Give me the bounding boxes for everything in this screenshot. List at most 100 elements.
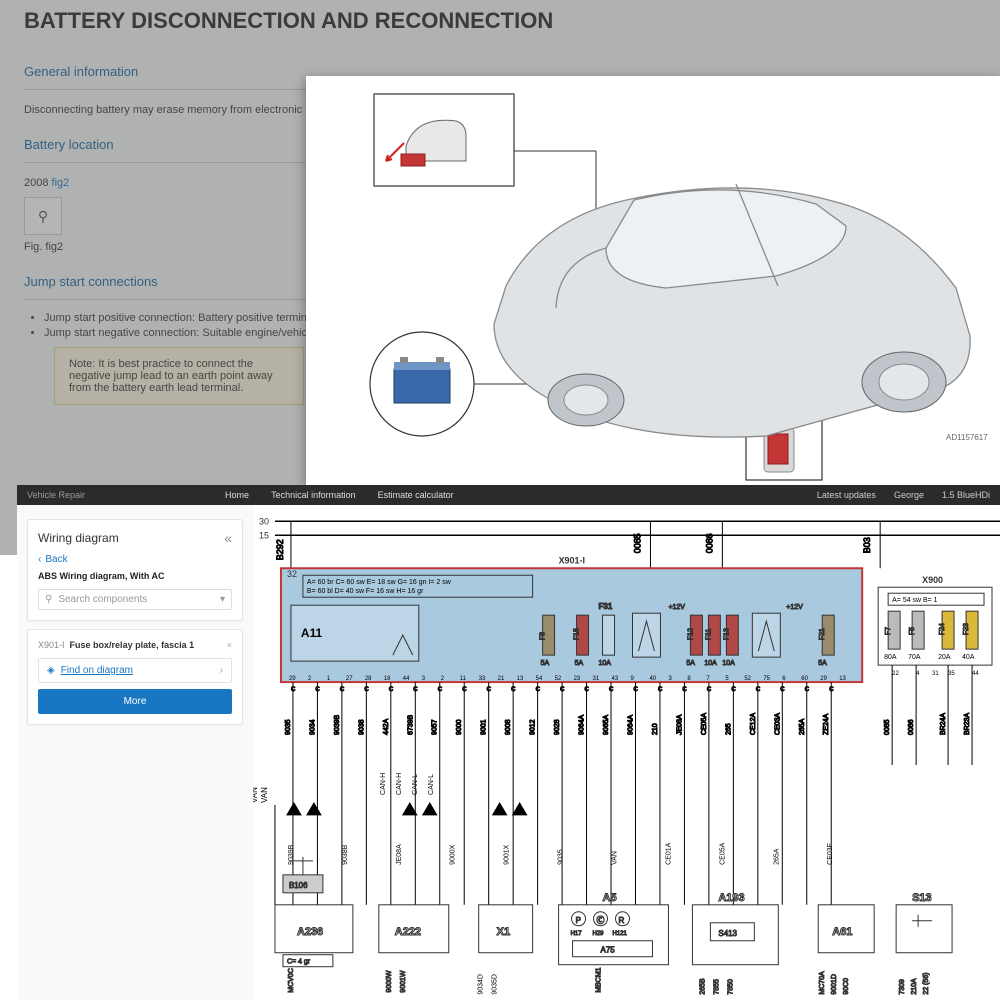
svg-text:9001X: 9001X xyxy=(504,844,511,865)
svg-text:CE05A: CE05A xyxy=(719,842,726,864)
svg-text:A= 60 br C= 60 sw E= 18 sw G=: A= 60 br C= 60 sw E= 18 sw G= 16 gn I= 2… xyxy=(307,579,452,586)
top-nav: Home Technical information Estimate calc… xyxy=(225,490,454,500)
svg-text:9064A: 9064A xyxy=(579,714,586,735)
more-button[interactable]: More xyxy=(38,689,232,714)
svg-text:5A: 5A xyxy=(575,660,584,667)
svg-text:60: 60 xyxy=(801,676,808,682)
svg-text:+12V: +12V xyxy=(668,604,685,611)
nav-user[interactable]: George xyxy=(894,490,924,500)
svg-text:CE12A: CE12A xyxy=(750,713,757,735)
svg-text:CE03A: CE03A xyxy=(774,713,781,735)
svg-text:35: 35 xyxy=(948,671,955,677)
svg-text:VAN: VAN xyxy=(260,787,269,803)
svg-text:MBCM1: MBCM1 xyxy=(596,967,603,992)
svg-text:CAN-L: CAN-L xyxy=(428,774,435,795)
svg-text:F21: F21 xyxy=(819,628,826,640)
svg-text:VAN: VAN xyxy=(253,787,259,803)
nav-technical[interactable]: Technical information xyxy=(271,490,356,500)
svg-text:F24: F24 xyxy=(939,623,946,635)
svg-text:JE08A: JE08A xyxy=(396,844,403,865)
svg-text:43: 43 xyxy=(612,676,619,682)
svg-text:H17: H17 xyxy=(571,931,583,937)
svg-text:MCV0C: MCV0C xyxy=(288,968,295,992)
svg-text:H121: H121 xyxy=(613,931,628,937)
svg-text:A11: A11 xyxy=(301,626,323,640)
diagram-subtitle: ABS Wiring diagram, With AC xyxy=(38,571,232,581)
svg-text:BR23A: BR23A xyxy=(964,713,971,735)
svg-text:CAN-H: CAN-H xyxy=(380,773,387,795)
collapse-icon[interactable]: « xyxy=(224,530,232,546)
svg-text:CE05A: CE05A xyxy=(701,713,708,735)
svg-text:C: C xyxy=(511,687,516,693)
svg-text:C: C xyxy=(389,687,394,693)
svg-text:265B: 265B xyxy=(699,978,706,995)
diagram-id: AD1157617 xyxy=(946,433,988,442)
svg-text:X900: X900 xyxy=(922,575,943,585)
svg-text:9035: 9035 xyxy=(558,849,565,865)
find-on-diagram-button[interactable]: ◈ Find on diagram › xyxy=(38,658,232,683)
svg-text:5A: 5A xyxy=(541,660,550,667)
brand: Vehicle Repair xyxy=(27,490,85,500)
search-input[interactable]: ⚲ Search components ▾ xyxy=(38,589,232,610)
svg-text:F23: F23 xyxy=(963,623,970,635)
svg-text:R: R xyxy=(619,916,625,925)
svg-text:C: C xyxy=(462,687,467,693)
svg-text:23: 23 xyxy=(574,676,581,682)
close-icon[interactable]: × xyxy=(227,640,232,650)
svg-text:52: 52 xyxy=(555,676,562,682)
svg-text:BR24A: BR24A xyxy=(940,713,947,735)
svg-text:C: C xyxy=(609,687,614,693)
svg-text:F31: F31 xyxy=(599,602,613,611)
nav-estimate[interactable]: Estimate calculator xyxy=(378,490,454,500)
svg-text:A236: A236 xyxy=(297,926,323,938)
svg-text:210: 210 xyxy=(652,723,659,735)
back-link[interactable]: ‹ Back xyxy=(38,554,68,565)
svg-text:44: 44 xyxy=(972,671,979,677)
svg-text:C: C xyxy=(413,687,418,693)
svg-text:27: 27 xyxy=(346,676,353,682)
svg-text:C: C xyxy=(756,687,761,693)
svg-text:5A: 5A xyxy=(686,660,695,667)
svg-text:B03: B03 xyxy=(862,537,872,553)
nav-home[interactable]: Home xyxy=(225,490,249,500)
svg-text:9034: 9034 xyxy=(309,719,316,735)
svg-text:C= 4 gr: C= 4 gr xyxy=(287,959,311,966)
svg-text:54: 54 xyxy=(536,676,543,682)
component-code: X901-I xyxy=(38,640,65,650)
svg-text:28: 28 xyxy=(365,676,372,682)
svg-text:C: C xyxy=(682,687,687,693)
svg-text:6739B: 6739B xyxy=(407,714,414,735)
svg-text:13: 13 xyxy=(839,676,846,682)
svg-text:90C0: 90C0 xyxy=(843,978,850,995)
svg-text:CE03F: CE03F xyxy=(827,843,834,865)
svg-text:33: 33 xyxy=(479,676,486,682)
svg-text:C: C xyxy=(585,687,590,693)
search-icon: ⚲ xyxy=(45,594,52,605)
svg-text:C: C xyxy=(560,687,565,693)
svg-text:B= 60 bl D= 40 sw F= 16 sw H=: B= 60 bl D= 40 sw F= 16 sw H= 16 gr xyxy=(307,588,424,595)
svg-text:9034D: 9034D xyxy=(478,974,485,995)
svg-text:A5: A5 xyxy=(603,892,617,904)
search-placeholder: Search components xyxy=(58,594,147,605)
svg-text:ZE24A: ZE24A xyxy=(823,713,830,735)
svg-text:29: 29 xyxy=(820,676,827,682)
svg-text:265A: 265A xyxy=(773,848,780,865)
wiring-diagram-canvas[interactable]: 30 15 B292 0085 0086 B03 X901-I 32 xyxy=(253,505,1000,1000)
svg-text:VAN: VAN xyxy=(612,851,619,865)
svg-text:52: 52 xyxy=(744,676,751,682)
svg-text:C: C xyxy=(536,687,541,693)
svg-text:F7: F7 xyxy=(885,627,892,635)
component-label: Fuse box/relay plate, fascia 1 xyxy=(70,640,195,650)
svg-text:F8: F8 xyxy=(540,632,547,640)
nav-engine[interactable]: 1.5 BlueHDi xyxy=(942,490,990,500)
svg-text:C: C xyxy=(633,687,638,693)
svg-text:A75: A75 xyxy=(601,946,616,955)
svg-text:7855: 7855 xyxy=(713,979,720,995)
svg-text:13: 13 xyxy=(517,676,524,682)
svg-text:C: C xyxy=(658,687,663,693)
nav-latest[interactable]: Latest updates xyxy=(817,490,876,500)
svg-text:JE08A: JE08A xyxy=(676,714,683,735)
svg-text:22: 22 xyxy=(892,671,899,677)
svg-text:20A: 20A xyxy=(938,654,951,661)
svg-text:CE01A: CE01A xyxy=(665,842,672,864)
